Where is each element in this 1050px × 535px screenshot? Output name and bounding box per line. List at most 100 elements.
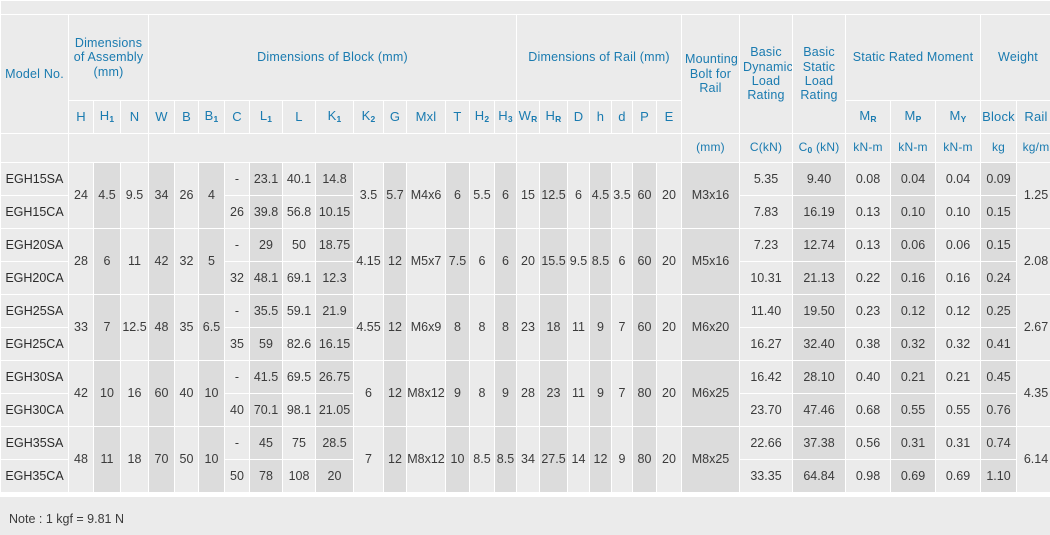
- cell-moment-my: 0.04: [936, 163, 980, 195]
- cell-block-C: 50: [225, 460, 249, 492]
- cell-moment-mr: 0.68: [846, 394, 890, 426]
- header-sym-Mxl: Mxl: [407, 101, 445, 133]
- cell-block-H3: 8.5: [495, 427, 516, 492]
- cell-rail-weight: 1.25: [1017, 163, 1050, 228]
- cell-rail-P: 80: [633, 361, 656, 426]
- cell-block-W: 48: [149, 295, 174, 360]
- cell-block-C: 40: [225, 394, 249, 426]
- cell-model-no: EGH20CA: [1, 262, 68, 294]
- table-row: EGH30SA421016604010-41.569.526.75612M8x1…: [1, 361, 1050, 393]
- unit-static: C0 (kN): [793, 134, 845, 162]
- cell-block-B: 35: [175, 295, 198, 360]
- unit-model-blank: [1, 134, 68, 162]
- header-basic-dynamic-label: Basic Dynamic Load Rating: [743, 45, 792, 102]
- table-row: EGH25SA33712.548356.5-35.559.121.94.5512…: [1, 295, 1050, 327]
- cell-assembly-N: 9.5: [121, 163, 148, 228]
- cell-block-T: 9: [446, 361, 469, 426]
- cell-block-weight: 0.41: [981, 328, 1016, 360]
- cell-rail-WR: 15: [517, 163, 539, 228]
- cell-block-H2: 8: [470, 295, 494, 360]
- cell-moment-mr: 0.98: [846, 460, 890, 492]
- cell-rail-h: 9: [590, 295, 611, 360]
- cell-block-weight: 0.74: [981, 427, 1016, 459]
- cell-block-K1: 26.75: [316, 361, 353, 393]
- header-basic-static-label: Basic Static Load Rating: [800, 45, 837, 102]
- cell-block-B: 40: [175, 361, 198, 426]
- cell-block-L1: 39.8: [250, 196, 282, 228]
- cell-block-W: 70: [149, 427, 174, 492]
- cell-rail-d: 6: [612, 229, 632, 294]
- cell-model-no: EGH15CA: [1, 196, 68, 228]
- cell-static-load: 9.40: [793, 163, 845, 195]
- cell-rail-P: 60: [633, 163, 656, 228]
- cell-block-L: 75: [283, 427, 315, 459]
- cell-dynamic-load: 16.27: [740, 328, 792, 360]
- header-sym-WR: WR: [517, 101, 539, 133]
- cell-dynamic-load: 22.66: [740, 427, 792, 459]
- cell-block-B1: 5: [199, 229, 224, 294]
- cell-static-load: 47.46: [793, 394, 845, 426]
- cell-block-G: 12: [384, 427, 406, 492]
- top-band: [1, 1, 1050, 14]
- cell-block-C: -: [225, 229, 249, 261]
- cell-assembly-N: 12.5: [121, 295, 148, 360]
- cell-block-K2: 3.5: [354, 163, 383, 228]
- header-dimensions-assembly: Dimensions of Assembly (mm): [69, 15, 148, 100]
- header-sym-B: B: [175, 101, 198, 133]
- cell-rail-HR: 23: [540, 361, 567, 426]
- unit-my: kN-m: [936, 134, 980, 162]
- unit-mp: kN-m: [891, 134, 935, 162]
- cell-block-Mxl: M8x12: [407, 361, 445, 426]
- cell-block-W: 42: [149, 229, 174, 294]
- cell-block-K2: 6: [354, 361, 383, 426]
- header-sym-h: h: [590, 101, 611, 133]
- cell-rail-D: 9.5: [568, 229, 589, 294]
- cell-block-L: 59.1: [283, 295, 315, 327]
- cell-block-C: -: [225, 163, 249, 195]
- cell-rail-weight: 6.14: [1017, 427, 1050, 492]
- cell-block-C: -: [225, 295, 249, 327]
- cell-rail-E: 20: [657, 361, 681, 426]
- cell-block-K1: 21.05: [316, 394, 353, 426]
- cell-block-L: 69.5: [283, 361, 315, 393]
- header-sym-L1: L1: [250, 101, 282, 133]
- cell-block-T: 6: [446, 163, 469, 228]
- cell-rail-D: 11: [568, 361, 589, 426]
- header-group-row: Model No. Dimensions of Assembly (mm) Di…: [1, 15, 1050, 100]
- cell-rail-D: 14: [568, 427, 589, 492]
- cell-assembly-N: 18: [121, 427, 148, 492]
- cell-dynamic-load: 23.70: [740, 394, 792, 426]
- cell-model-no: EGH30SA: [1, 361, 68, 393]
- cell-rail-D: 11: [568, 295, 589, 360]
- cell-rail-WR: 28: [517, 361, 539, 426]
- cell-model-no: EGH20SA: [1, 229, 68, 261]
- cell-moment-my: 0.06: [936, 229, 980, 261]
- header-static-rated-moment-label: Static Rated Moment: [853, 50, 974, 64]
- cell-mounting-bolt: M8x25: [682, 427, 739, 492]
- cell-block-weight: 0.24: [981, 262, 1016, 294]
- unit-mounting-bolt: (mm): [682, 134, 739, 162]
- cell-moment-mp: 0.06: [891, 229, 935, 261]
- cell-rail-h: 9: [590, 361, 611, 426]
- cell-block-L1: 35.5: [250, 295, 282, 327]
- cell-block-L1: 29: [250, 229, 282, 261]
- header-sym-B1: B1: [199, 101, 224, 133]
- cell-moment-my: 0.12: [936, 295, 980, 327]
- cell-model-no: EGH25CA: [1, 328, 68, 360]
- cell-block-H3: 6: [495, 229, 516, 294]
- cell-block-B1: 10: [199, 427, 224, 492]
- cell-model-no: EGH35CA: [1, 460, 68, 492]
- cell-block-C: -: [225, 427, 249, 459]
- cell-block-K2: 7: [354, 427, 383, 492]
- header-sym-H1: H1: [94, 101, 120, 133]
- cell-block-L: 82.6: [283, 328, 315, 360]
- cell-rail-weight: 2.67: [1017, 295, 1050, 360]
- cell-moment-my: 0.31: [936, 427, 980, 459]
- unit-rail-blank: [517, 134, 681, 162]
- cell-rail-D: 6: [568, 163, 589, 228]
- cell-block-B1: 4: [199, 163, 224, 228]
- cell-mounting-bolt: M5x16: [682, 229, 739, 294]
- header-mounting-bolt-label: Mounting Bolt for Rail: [685, 52, 738, 95]
- cell-block-K1: 10.15: [316, 196, 353, 228]
- cell-block-H3: 8: [495, 295, 516, 360]
